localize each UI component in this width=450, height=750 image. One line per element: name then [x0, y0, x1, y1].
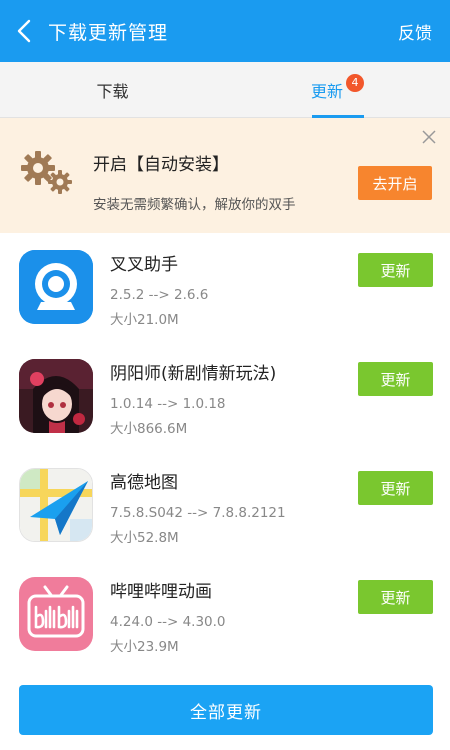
bilibili-app-icon	[19, 577, 93, 651]
app-size: 大小21.0M	[110, 312, 179, 328]
app-list-item: 叉叉助手 2.5.2 --> 2.6.6 大小21.0M 更新	[0, 233, 450, 342]
update-button[interactable]: 更新	[358, 580, 433, 614]
app-header: 下载更新管理 反馈	[0, 0, 450, 62]
enable-auto-install-button[interactable]: 去开启	[358, 166, 432, 200]
update-all-button[interactable]: 全部更新	[19, 685, 433, 735]
app-list-item: 高德地图 7.5.8.S042 --> 7.8.8.2121 大小52.8M 更…	[0, 451, 450, 560]
chevron-left-icon	[17, 19, 31, 43]
update-button[interactable]: 更新	[358, 253, 433, 287]
xx-assistant-app-icon	[19, 250, 93, 324]
app-version: 2.5.2 --> 2.6.6	[110, 287, 209, 303]
page-title: 下载更新管理	[48, 21, 169, 44]
tab-update[interactable]: 更新 4	[225, 62, 450, 118]
update-button[interactable]: 更新	[358, 362, 433, 396]
app-version: 7.5.8.S042 --> 7.8.8.2121	[110, 505, 286, 521]
feedback-button[interactable]: 反馈	[398, 0, 432, 62]
tab-download[interactable]: 下载	[0, 62, 225, 117]
close-icon[interactable]	[420, 128, 438, 146]
tab-download-label: 下载	[96, 81, 129, 101]
app-name: 叉叉助手	[110, 255, 178, 275]
amap-app-icon	[19, 468, 93, 542]
app-list-item: 阴阳师(新剧情新玩法) 1.0.14 --> 1.0.18 大小866.6M 更…	[0, 342, 450, 451]
app-size: 大小866.6M	[110, 421, 188, 437]
tab-update-label: 更新	[310, 81, 343, 101]
app-name: 阴阳师(新剧情新玩法)	[110, 364, 277, 384]
banner-title: 开启【自动安装】	[93, 155, 229, 175]
onmyoji-app-icon	[19, 359, 93, 433]
update-count-badge: 4	[346, 73, 364, 92]
gears-icon	[21, 151, 72, 194]
app-name: 高德地图	[110, 473, 178, 493]
app-version: 4.24.0 --> 4.30.0	[110, 614, 226, 630]
banner-description: 安装无需频繁确认，解放你的双手	[93, 197, 296, 213]
app-version: 1.0.14 --> 1.0.18	[110, 396, 226, 412]
update-button[interactable]: 更新	[358, 471, 433, 505]
app-list-item: 哔哩哔哩动画 4.24.0 --> 4.30.0 大小23.9M 更新	[0, 560, 450, 669]
tab-bar: 下载 更新 4	[0, 62, 450, 118]
app-size: 大小52.8M	[110, 530, 179, 546]
back-button[interactable]	[0, 0, 48, 62]
app-size: 大小23.9M	[110, 639, 179, 655]
app-name: 哔哩哔哩动画	[110, 582, 212, 602]
